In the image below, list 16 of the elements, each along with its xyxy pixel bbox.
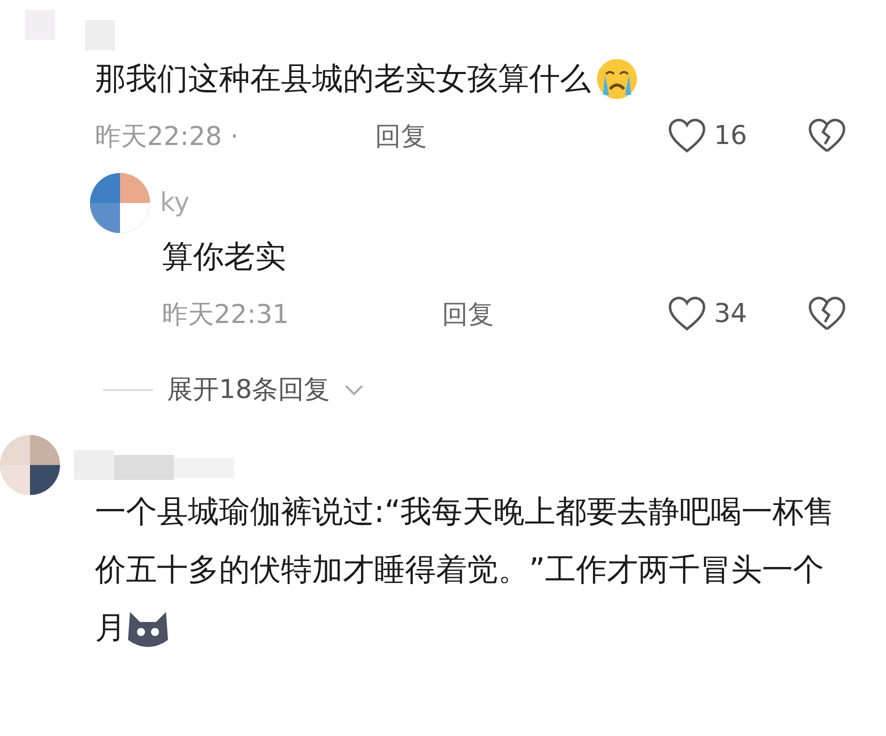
- cat-face-icon: [126, 610, 170, 650]
- reply-text: 算你老实: [162, 238, 286, 277]
- expand-replies-link[interactable]: 展开18条回复: [167, 372, 330, 407]
- crying-face-icon: [595, 57, 639, 101]
- comment-text: 那我们这种在县城的老实女孩算什么: [95, 60, 591, 99]
- like-count: 34: [714, 299, 748, 329]
- comment-time: 昨天22:31: [162, 298, 290, 332]
- broken-heart-icon[interactable]: [808, 296, 846, 332]
- comment-time: 昨天22:28 ·: [95, 120, 240, 154]
- heart-icon[interactable]: [668, 118, 706, 154]
- comment-text: 一个县城瑜伽裤说过:“我每天晚上都要去静吧喝一杯售价五十多的伏特加才睡得着觉。”工作才两千冒头一个月: [95, 483, 846, 657]
- broken-heart-icon[interactable]: [808, 118, 846, 154]
- like-count: 16: [714, 121, 748, 151]
- heart-icon[interactable]: [668, 296, 706, 332]
- reply-link[interactable]: 回复: [442, 296, 494, 332]
- reply-link[interactable]: 回复: [375, 118, 427, 154]
